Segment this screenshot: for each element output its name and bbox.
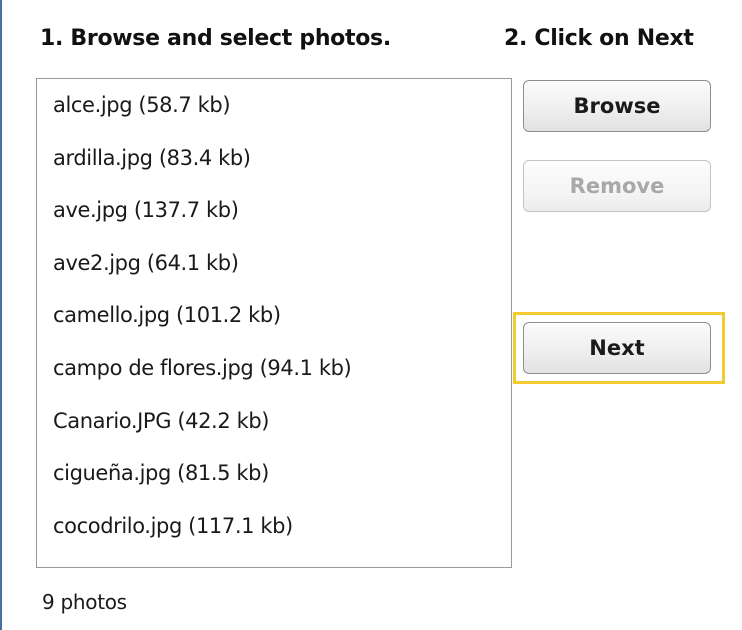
photo-list[interactable]: alce.jpg (58.7 kb) ardilla.jpg (83.4 kb)… bbox=[36, 78, 512, 568]
photo-list-item[interactable]: campo de flores.jpg (94.1 kb) bbox=[37, 342, 511, 395]
photo-count-status: 9 photos bbox=[42, 590, 127, 614]
photo-list-item[interactable]: ardilla.jpg (83.4 kb) bbox=[37, 132, 511, 185]
step-1-heading: 1. Browse and select photos. bbox=[40, 26, 391, 51]
browse-button[interactable]: Browse bbox=[523, 80, 711, 132]
next-button[interactable]: Next bbox=[523, 322, 711, 374]
photo-upload-panel: 1. Browse and select photos. 2. Click on… bbox=[0, 0, 742, 630]
photo-list-item[interactable]: ave.jpg (137.7 kb) bbox=[37, 184, 511, 237]
photo-list-item[interactable]: camello.jpg (101.2 kb) bbox=[37, 289, 511, 342]
photo-list-item[interactable]: ave2.jpg (64.1 kb) bbox=[37, 237, 511, 290]
photo-list-item[interactable]: Canario.JPG (42.2 kb) bbox=[37, 395, 511, 448]
photo-list-item[interactable]: cocodrilo.jpg (117.1 kb) bbox=[37, 500, 511, 553]
remove-button[interactable]: Remove bbox=[523, 160, 711, 212]
step-2-heading: 2. Click on Next bbox=[504, 26, 694, 51]
photo-list-item[interactable]: cigueña.jpg (81.5 kb) bbox=[37, 447, 511, 500]
photo-list-item[interactable]: alce.jpg (58.7 kb) bbox=[37, 79, 511, 132]
